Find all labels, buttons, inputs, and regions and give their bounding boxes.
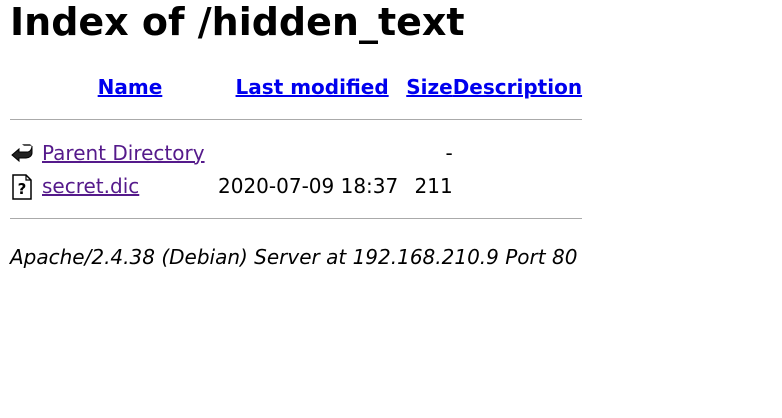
row-icon-cell [10,136,42,169]
directory-listing-page: Index of /hidden_text Name Last modified… [10,0,770,269]
table-row: Parent Directory - [10,136,582,169]
description-column-header: Description [453,75,582,103]
table-header-row: Name Last modified Size Description [10,75,582,103]
sort-by-last-modified-link[interactable]: Last modified [236,75,389,99]
header-divider-row [10,103,583,136]
size-column-header: Size [406,75,452,103]
parent-directory-link[interactable]: Parent Directory [42,141,205,165]
row-name-cell: secret.dic [42,169,218,202]
unknown-file-icon: ? [10,174,34,200]
row-date-cell [218,136,406,169]
footer-divider-row [10,202,583,235]
row-icon-cell: ? [10,169,42,202]
last-modified-column-header: Last modified [218,75,406,103]
row-size-cell: 211 [414,173,453,198]
row-description-cell [453,136,582,169]
name-column-header: Name [42,75,218,103]
row-size-cell: - [445,140,453,165]
sort-by-description-link[interactable]: Description [453,75,582,99]
sort-by-size-link[interactable]: Size [406,75,452,99]
row-description-cell [453,169,582,202]
header-divider [10,119,583,120]
icon-column-header [10,75,42,103]
svg-text:?: ? [18,180,27,198]
sort-by-name-link[interactable]: Name [98,75,163,99]
page-title: Index of /hidden_text [10,0,465,44]
table-row: ? secret.dic 2020-07-09 18:37 211 [10,169,582,202]
row-date-cell: 2020-07-09 18:37 [218,173,399,198]
file-listing-table: Name Last modified Size Description Pare… [10,75,583,235]
row-name-cell: Parent Directory [42,136,218,169]
server-signature: Apache/2.4.38 (Debian) Server at 192.168… [10,245,578,269]
footer-divider [10,218,583,219]
file-link-secret-dic[interactable]: secret.dic [42,174,139,198]
back-icon [10,141,34,165]
